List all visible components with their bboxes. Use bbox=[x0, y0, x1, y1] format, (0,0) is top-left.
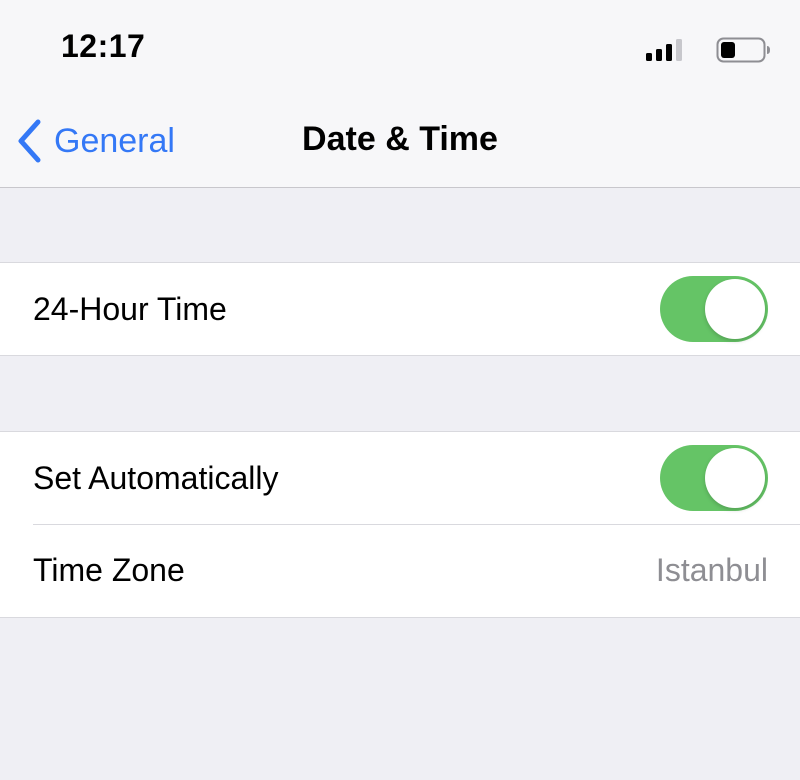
time-settings-group: Set Automatically Time Zone Istanbul bbox=[0, 431, 800, 618]
status-bar: 12:17 bbox=[0, 0, 800, 96]
battery-icon bbox=[716, 37, 770, 63]
navigation-bar: General Date & Time bbox=[0, 96, 800, 188]
time-zone-value: Istanbul bbox=[655, 551, 768, 588]
page-title: Date & Time bbox=[302, 120, 498, 158]
setting-label-set-automatically: Set Automatically bbox=[33, 459, 279, 496]
time-format-group: 24-Hour Time bbox=[0, 262, 800, 356]
status-time: 12:17 bbox=[61, 28, 146, 64]
settings-screen: 12:17 General Date & Time 24-Hour Time S… bbox=[0, 0, 800, 780]
setting-row-time-zone[interactable]: Time Zone Istanbul bbox=[0, 524, 800, 616]
toggle-knob bbox=[705, 279, 765, 339]
setting-label-time-zone: Time Zone bbox=[33, 551, 185, 588]
setting-label-24-hour-time: 24-Hour Time bbox=[33, 290, 227, 327]
toggle-knob bbox=[705, 448, 765, 508]
toggle-set-automatically[interactable] bbox=[660, 445, 768, 511]
cellular-signal-icon bbox=[646, 39, 682, 61]
setting-row-set-automatically: Set Automatically bbox=[0, 432, 800, 524]
toggle-24-hour-time[interactable] bbox=[660, 276, 768, 342]
setting-row-24-hour-time: 24-Hour Time bbox=[0, 263, 800, 355]
